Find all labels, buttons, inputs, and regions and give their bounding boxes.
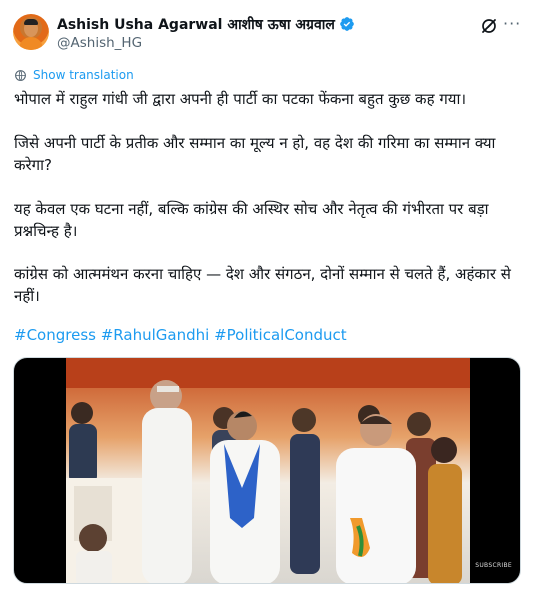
tweet-paragraph-4: कांग्रेस को आत्ममंथन करना चाहिए — देश और…: [14, 265, 511, 305]
video-player[interactable]: SUBSCRIBE: [13, 357, 521, 584]
show-translation-label: Show translation: [33, 68, 134, 82]
tweet-paragraph-1: भोपाल में राहुल गांधी जी द्वारा अपनी ही …: [14, 90, 467, 108]
hashtag-rahulgandhi[interactable]: #RahulGandhi: [101, 326, 210, 344]
hashtag-politicalconduct[interactable]: #PoliticalConduct: [214, 326, 347, 344]
author-handle[interactable]: @Ashish_HG: [57, 35, 142, 51]
author-display-name[interactable]: Ashish Usha Agarwal आशीष ऊषा अग्रवाल: [57, 15, 335, 34]
more-options-icon[interactable]: ···: [503, 15, 525, 35]
author-name-row: Ashish Usha Agarwal आशीष ऊषा अग्रवाल: [57, 14, 355, 34]
hashtag-congress[interactable]: #Congress: [14, 326, 96, 344]
verified-badge-icon: [340, 17, 354, 31]
tweet: Ashish Usha Agarwal आशीष ऊषा अग्रवाल @As…: [0, 0, 533, 595]
globe-icon: [15, 69, 26, 81]
show-translation-link[interactable]: Show translation: [14, 68, 134, 82]
video-subscribe-overlay: SUBSCRIBE: [475, 562, 512, 569]
tweet-paragraph-3: यह केवल एक घटना नहीं, बल्कि कांग्रेस की …: [14, 200, 489, 240]
video-frame: [66, 358, 470, 583]
tweet-paragraph-2: जिसे अपनी पार्टी के प्रतीक और सम्मान का …: [14, 134, 496, 174]
hashtag-row: #Congress #RahulGandhi #PoliticalConduct: [14, 324, 347, 346]
avatar[interactable]: [13, 14, 49, 50]
grok-icon[interactable]: [480, 17, 498, 35]
